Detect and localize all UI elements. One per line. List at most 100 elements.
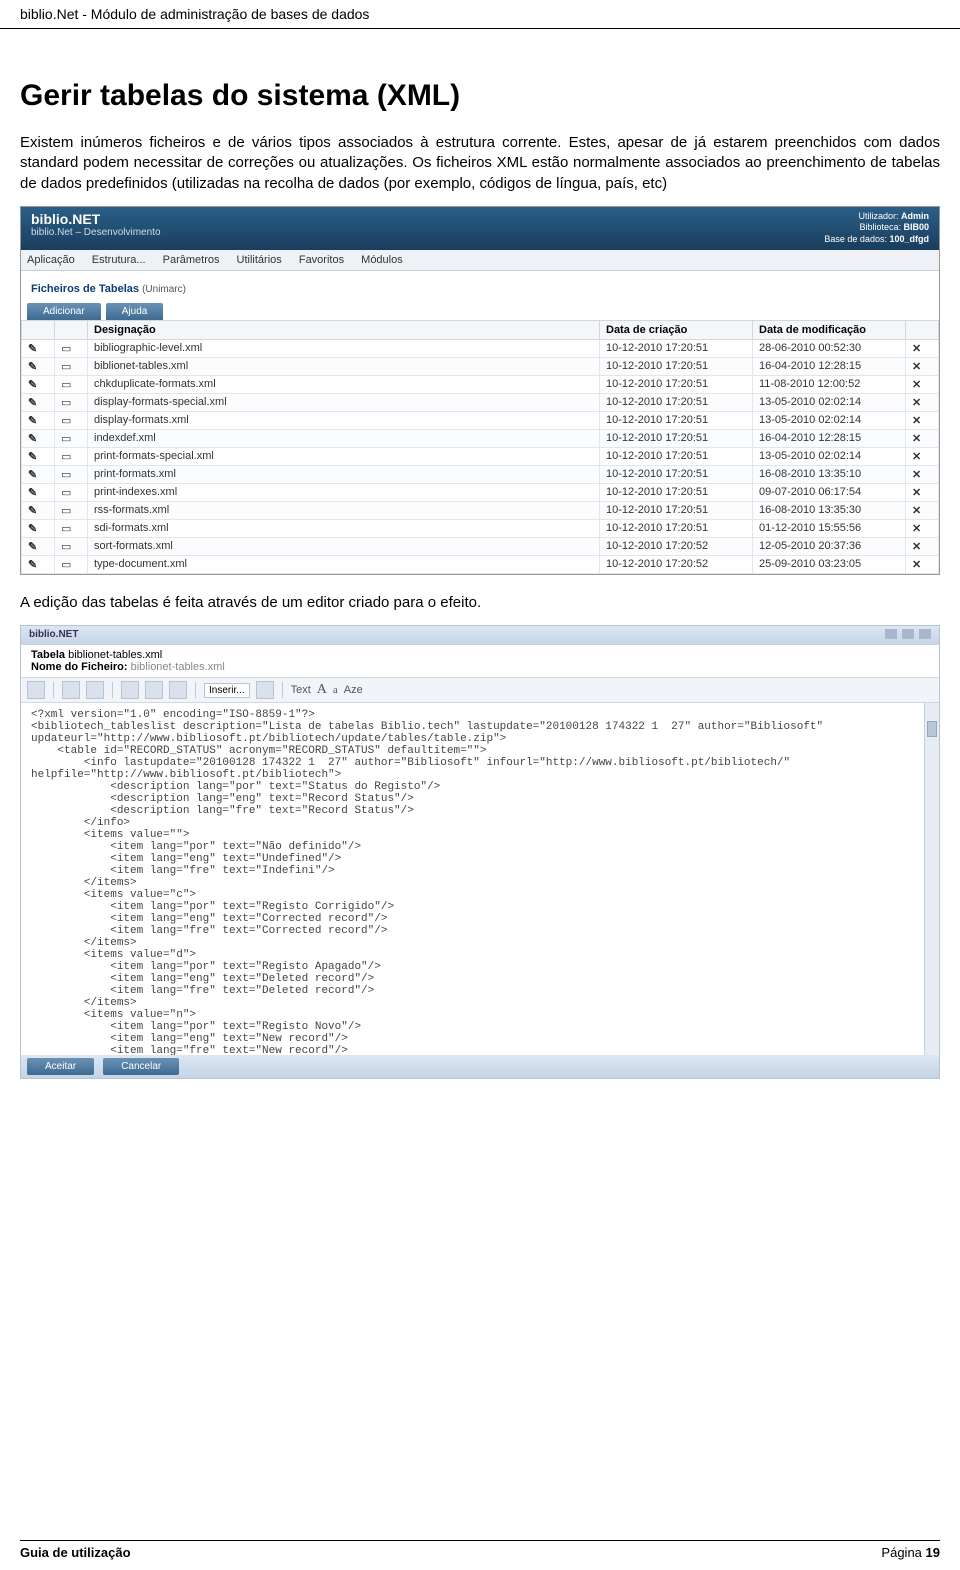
menu-favoritos[interactable]: Favoritos xyxy=(299,254,344,266)
file-name-cell[interactable]: sort-formats.xml xyxy=(88,537,600,555)
editor-titlebar: biblio.NET xyxy=(21,626,939,645)
link-icon[interactable] xyxy=(256,681,274,699)
edit-icon[interactable]: ✎ xyxy=(22,447,55,465)
maximize-icon[interactable] xyxy=(902,629,914,639)
edit-icon[interactable]: ✎ xyxy=(22,483,55,501)
open-icon[interactable]: ▭ xyxy=(55,375,88,393)
delete-icon[interactable]: ✕ xyxy=(906,339,939,357)
menu-utilitarios[interactable]: Utilitários xyxy=(237,254,282,266)
table-row: ✎▭print-formats-special.xml10-12-2010 17… xyxy=(22,447,939,465)
created-cell: 10-12-2010 17:20:51 xyxy=(600,375,753,393)
file-name-cell[interactable]: print-formats.xml xyxy=(88,465,600,483)
created-cell: 10-12-2010 17:20:51 xyxy=(600,393,753,411)
scroll-thumb[interactable] xyxy=(927,721,937,737)
open-icon[interactable]: ▭ xyxy=(55,519,88,537)
redo-icon[interactable] xyxy=(86,681,104,699)
open-icon[interactable]: ▭ xyxy=(55,429,88,447)
open-icon[interactable]: ▭ xyxy=(55,537,88,555)
app-brand: biblio.NET xyxy=(31,211,161,227)
copy-icon[interactable] xyxy=(145,681,163,699)
open-icon[interactable]: ▭ xyxy=(55,339,88,357)
open-icon[interactable]: ▭ xyxy=(55,393,88,411)
table-row: ✎▭indexdef.xml10-12-2010 17:20:5116-04-2… xyxy=(22,429,939,447)
open-icon[interactable]: ▭ xyxy=(55,483,88,501)
editor-textarea[interactable]: <?xml version="1.0" encoding="ISO-8859-1… xyxy=(21,703,939,1055)
minimize-icon[interactable] xyxy=(885,629,897,639)
modified-cell: 16-04-2010 12:28:15 xyxy=(753,429,906,447)
edit-icon[interactable]: ✎ xyxy=(22,393,55,411)
menu-modulos[interactable]: Módulos xyxy=(361,254,403,266)
menu-aplicacao[interactable]: Aplicação xyxy=(27,254,75,266)
font-a-icon[interactable]: A xyxy=(317,682,327,698)
editor-subheader: Tabela biblionet-tables.xml Nome do Fich… xyxy=(21,645,939,678)
table-row: ✎▭type-document.xml10-12-2010 17:20:5225… xyxy=(22,555,939,573)
delete-icon[interactable]: ✕ xyxy=(906,393,939,411)
col-criacao: Data de criação xyxy=(600,320,753,339)
edit-icon[interactable]: ✎ xyxy=(22,501,55,519)
edit-icon[interactable]: ✎ xyxy=(22,339,55,357)
open-icon[interactable]: ▭ xyxy=(55,555,88,573)
file-name-cell[interactable]: sdi-formats.xml xyxy=(88,519,600,537)
app-menubar: Aplicação Estrutura... Parâmetros Utilit… xyxy=(21,250,939,271)
edit-icon[interactable]: ✎ xyxy=(22,519,55,537)
table-row: ✎▭biblionet-tables.xml10-12-2010 17:20:5… xyxy=(22,357,939,375)
text-label: Text xyxy=(291,684,311,696)
created-cell: 10-12-2010 17:20:51 xyxy=(600,357,753,375)
open-icon[interactable]: ▭ xyxy=(55,411,88,429)
tab-adicionar[interactable]: Adicionar xyxy=(27,303,101,320)
delete-icon[interactable]: ✕ xyxy=(906,537,939,555)
file-name-cell[interactable]: type-document.xml xyxy=(88,555,600,573)
font-a-small-icon[interactable]: a xyxy=(333,684,338,696)
file-name-cell[interactable]: chkduplicate-formats.xml xyxy=(88,375,600,393)
open-icon[interactable]: ▭ xyxy=(55,447,88,465)
delete-icon[interactable]: ✕ xyxy=(906,357,939,375)
undo-icon[interactable] xyxy=(62,681,80,699)
menu-estrutura[interactable]: Estrutura... xyxy=(92,254,146,266)
delete-icon[interactable]: ✕ xyxy=(906,375,939,393)
editor-footer: Aceitar Cancelar xyxy=(21,1055,939,1078)
edit-icon[interactable]: ✎ xyxy=(22,465,55,483)
open-icon[interactable]: ▭ xyxy=(55,357,88,375)
delete-icon[interactable]: ✕ xyxy=(906,483,939,501)
file-name-cell[interactable]: display-formats.xml xyxy=(88,411,600,429)
edit-icon[interactable]: ✎ xyxy=(22,375,55,393)
file-name-cell[interactable]: print-indexes.xml xyxy=(88,483,600,501)
delete-icon[interactable]: ✕ xyxy=(906,519,939,537)
font-aze-icon[interactable]: Aze xyxy=(344,684,363,696)
open-icon[interactable]: ▭ xyxy=(55,465,88,483)
edit-icon[interactable]: ✎ xyxy=(22,537,55,555)
save-icon[interactable] xyxy=(27,681,45,699)
file-name-cell[interactable]: indexdef.xml xyxy=(88,429,600,447)
col-edit xyxy=(22,320,55,339)
app-subtitle: biblio.Net – Desenvolvimento xyxy=(31,227,161,238)
delete-icon[interactable]: ✕ xyxy=(906,555,939,573)
open-icon[interactable]: ▭ xyxy=(55,501,88,519)
edit-icon[interactable]: ✎ xyxy=(22,411,55,429)
modified-cell: 13-05-2010 02:02:14 xyxy=(753,411,906,429)
delete-icon[interactable]: ✕ xyxy=(906,429,939,447)
delete-icon[interactable]: ✕ xyxy=(906,447,939,465)
delete-icon[interactable]: ✕ xyxy=(906,411,939,429)
modified-cell: 13-05-2010 02:02:14 xyxy=(753,447,906,465)
col-designacao: Designação xyxy=(88,320,600,339)
edit-icon[interactable]: ✎ xyxy=(22,429,55,447)
edit-icon[interactable]: ✎ xyxy=(22,555,55,573)
paste-icon[interactable] xyxy=(169,681,187,699)
accept-button[interactable]: Aceitar xyxy=(27,1058,94,1075)
cut-icon[interactable] xyxy=(121,681,139,699)
insert-dropdown[interactable]: Inserir... xyxy=(204,683,250,698)
cancel-button[interactable]: Cancelar xyxy=(103,1058,179,1075)
file-name-cell[interactable]: biblionet-tables.xml xyxy=(88,357,600,375)
file-name-cell[interactable]: print-formats-special.xml xyxy=(88,447,600,465)
scrollbar[interactable] xyxy=(924,703,939,1055)
edit-icon[interactable]: ✎ xyxy=(22,357,55,375)
menu-parametros[interactable]: Parâmetros xyxy=(163,254,220,266)
table-row: ✎▭print-formats.xml10-12-2010 17:20:5116… xyxy=(22,465,939,483)
file-name-cell[interactable]: bibliographic-level.xml xyxy=(88,339,600,357)
tab-ajuda[interactable]: Ajuda xyxy=(106,303,164,320)
file-name-cell[interactable]: display-formats-special.xml xyxy=(88,393,600,411)
delete-icon[interactable]: ✕ xyxy=(906,465,939,483)
close-icon[interactable] xyxy=(919,629,931,639)
delete-icon[interactable]: ✕ xyxy=(906,501,939,519)
file-name-cell[interactable]: rss-formats.xml xyxy=(88,501,600,519)
